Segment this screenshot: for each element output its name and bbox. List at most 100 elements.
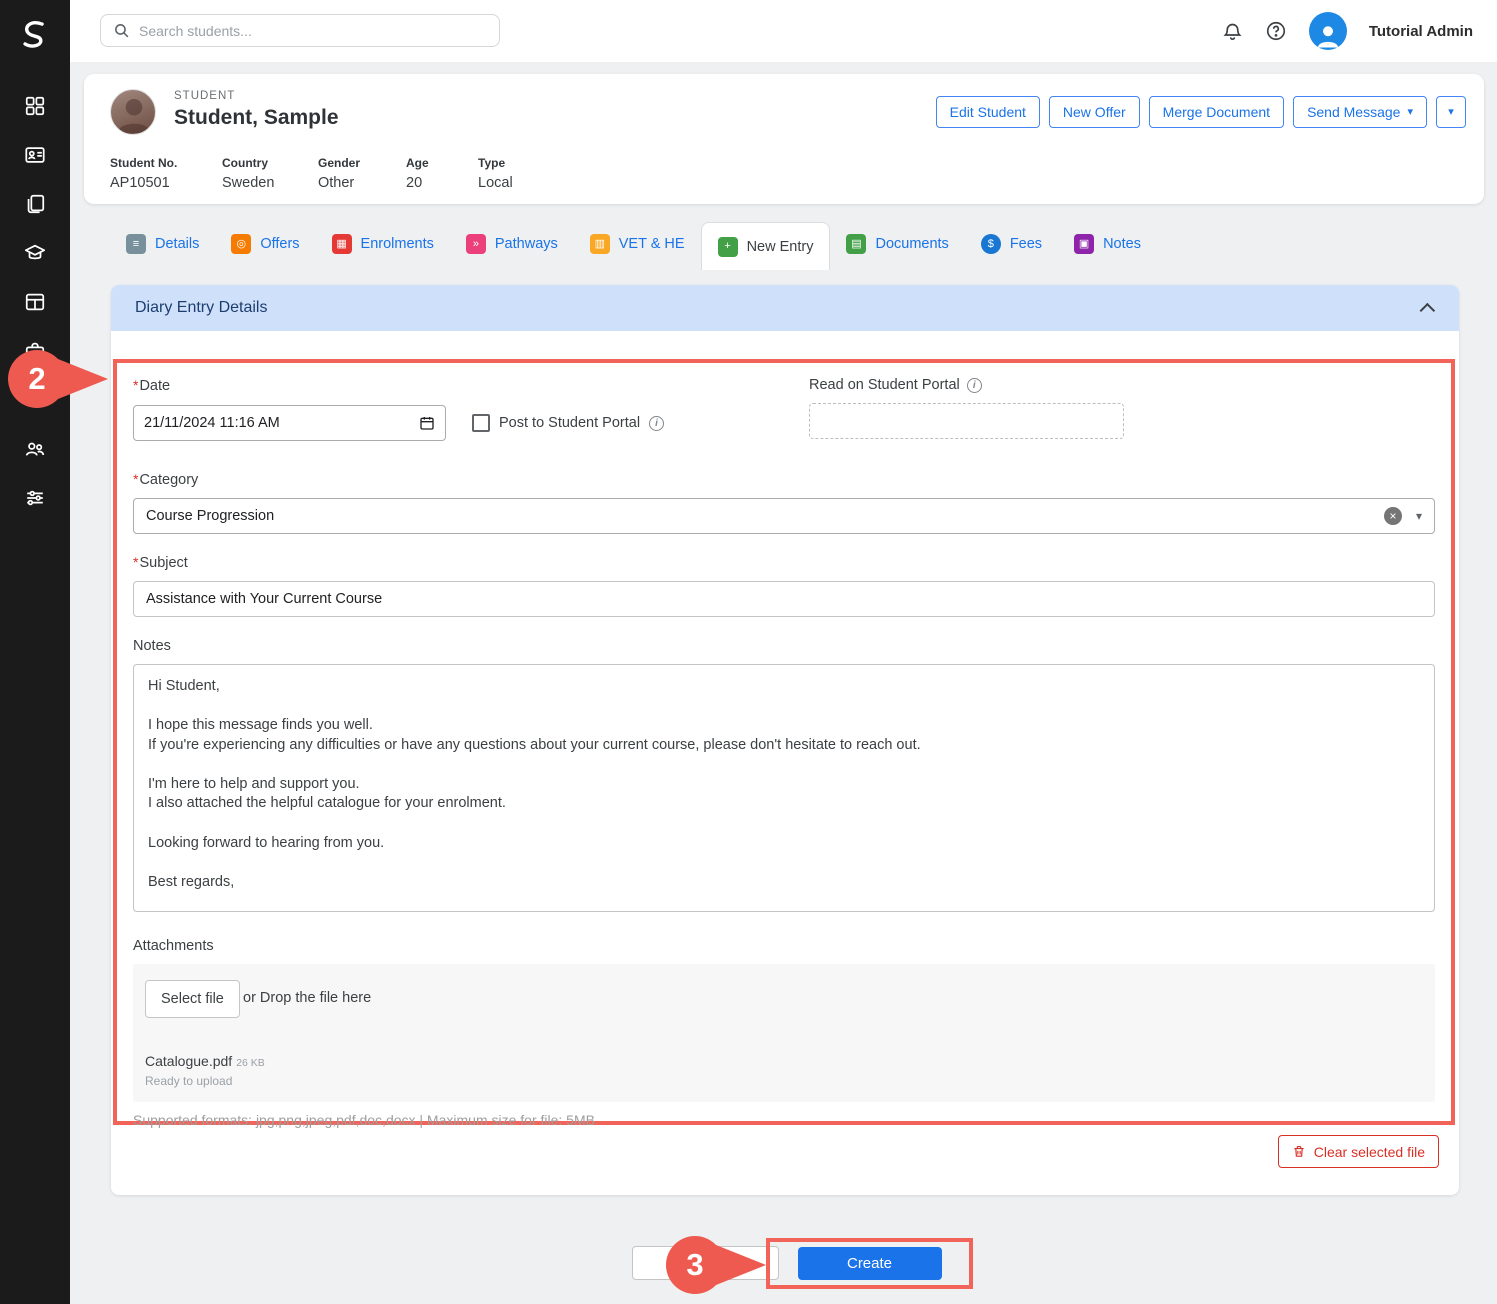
collapse-chevron-icon[interactable] bbox=[1420, 302, 1436, 318]
sidebar-item-agents[interactable] bbox=[0, 431, 70, 467]
file-dropzone[interactable]: Select file or Drop the file here Catalo… bbox=[133, 964, 1435, 1102]
student-tabs: ≡Details ◎Offers ▦Enrolments »Pathways ▥… bbox=[110, 222, 1157, 266]
person-icon bbox=[1313, 20, 1343, 50]
subject-input[interactable] bbox=[133, 581, 1435, 617]
caret-down-icon[interactable]: ▾ bbox=[1416, 509, 1422, 523]
info-icon: i bbox=[967, 378, 982, 393]
notes-textarea[interactable]: Hi Student, I hope this message finds yo… bbox=[133, 664, 1435, 912]
info-value: 20 bbox=[406, 175, 478, 191]
contact-card-icon bbox=[24, 144, 46, 166]
tab-documents[interactable]: ▤Documents bbox=[830, 222, 964, 266]
annotation-step-2: 2 bbox=[8, 350, 118, 408]
bell-icon bbox=[1222, 21, 1243, 42]
sidebar-item-contacts[interactable] bbox=[0, 137, 70, 173]
trash-icon bbox=[1292, 1144, 1306, 1159]
panel-title: Diary Entry Details bbox=[135, 299, 267, 317]
documents-icon: ▤ bbox=[846, 234, 866, 254]
date-label: Date bbox=[139, 378, 170, 394]
info-value: Local bbox=[478, 175, 568, 191]
attachments-label: Attachments bbox=[133, 938, 214, 954]
drop-hint: or Drop the file here bbox=[243, 990, 371, 1006]
graduation-cap-icon bbox=[24, 242, 46, 264]
topbar: Tutorial Admin bbox=[70, 0, 1497, 62]
student-info-row: Student No.AP10501 CountrySweden GenderO… bbox=[110, 156, 568, 191]
student-actions: Edit Student New Offer Merge Document Se… bbox=[936, 96, 1466, 128]
offers-icon: ◎ bbox=[231, 234, 251, 254]
category-value: Course Progression bbox=[146, 508, 274, 524]
student-photo bbox=[110, 89, 156, 135]
caret-down-icon: ▾ bbox=[1448, 107, 1454, 118]
info-value: Other bbox=[318, 175, 406, 191]
info-label: Type bbox=[478, 156, 568, 170]
vet-he-icon: ▥ bbox=[590, 234, 610, 254]
pages-icon bbox=[24, 193, 46, 215]
file-name: Catalogue.pdf bbox=[145, 1053, 232, 1069]
student-kind-label: STUDENT bbox=[174, 90, 235, 102]
subject-label: Subject bbox=[139, 555, 187, 571]
panel-header[interactable]: Diary Entry Details bbox=[111, 285, 1459, 331]
fees-icon: $ bbox=[981, 234, 1001, 254]
sidebar-item-offers[interactable] bbox=[0, 186, 70, 222]
date-input[interactable]: 21/11/2024 11:16 AM bbox=[133, 405, 446, 441]
app-logo[interactable] bbox=[0, 10, 70, 58]
category-select[interactable]: Course Progression × ▾ bbox=[133, 498, 1435, 534]
category-label: Category bbox=[139, 472, 198, 488]
tab-new-entry[interactable]: +New Entry bbox=[701, 222, 831, 270]
annotation-step-3: 3 bbox=[666, 1236, 776, 1294]
sidebar-item-reports[interactable] bbox=[0, 284, 70, 320]
help-button[interactable] bbox=[1265, 20, 1287, 42]
notes-icon: ▣ bbox=[1074, 234, 1094, 254]
more-actions-button[interactable]: ▾ bbox=[1436, 96, 1466, 128]
person-photo-icon bbox=[111, 90, 156, 135]
calendar-icon bbox=[419, 415, 435, 431]
send-message-button[interactable]: Send Message▾ bbox=[1293, 96, 1427, 128]
read-on-portal-label: Read on Student Portal bbox=[809, 377, 960, 393]
required-marker: * bbox=[133, 554, 138, 570]
new-offer-button[interactable]: New Offer bbox=[1049, 96, 1140, 128]
sidebar-item-courses[interactable] bbox=[0, 235, 70, 271]
caret-down-icon: ▾ bbox=[1407, 107, 1413, 118]
post-to-portal-label: Post to Student Portal bbox=[499, 415, 640, 431]
clear-category-icon[interactable]: × bbox=[1384, 507, 1402, 525]
tab-pathways[interactable]: »Pathways bbox=[450, 222, 574, 266]
app-logo-icon bbox=[18, 17, 52, 51]
info-label: Age bbox=[406, 156, 478, 170]
clear-selected-file-button[interactable]: Clear selected file bbox=[1278, 1135, 1439, 1168]
info-value: AP10501 bbox=[110, 175, 222, 191]
select-file-button[interactable]: Select file bbox=[145, 980, 240, 1018]
tab-details[interactable]: ≡Details bbox=[110, 222, 215, 266]
edit-student-button[interactable]: Edit Student bbox=[936, 96, 1040, 128]
tab-offers[interactable]: ◎Offers bbox=[215, 222, 315, 266]
sidebar-item-dashboard[interactable] bbox=[0, 88, 70, 124]
info-label: Country bbox=[222, 156, 318, 170]
create-button[interactable]: Create bbox=[798, 1247, 942, 1280]
sliders-icon bbox=[24, 487, 46, 509]
tab-enrolments[interactable]: ▦Enrolments bbox=[316, 222, 450, 266]
user-avatar[interactable] bbox=[1309, 12, 1347, 50]
user-name: Tutorial Admin bbox=[1369, 23, 1473, 40]
notifications-button[interactable] bbox=[1222, 21, 1243, 42]
search-icon bbox=[113, 22, 130, 39]
date-value: 21/11/2024 11:16 AM bbox=[144, 415, 280, 431]
file-status: Ready to upload bbox=[145, 1074, 265, 1088]
create-highlight-box: Create bbox=[766, 1238, 973, 1289]
search-input[interactable] bbox=[139, 23, 487, 39]
supported-formats: Supported formats: jpg,png,jpeg,pdf,doc,… bbox=[133, 1112, 1435, 1128]
pathways-icon: » bbox=[466, 234, 486, 254]
search-box[interactable] bbox=[100, 14, 500, 47]
student-name: Student, Sample bbox=[174, 106, 339, 130]
notes-label: Notes bbox=[133, 638, 171, 654]
merge-document-button[interactable]: Merge Document bbox=[1149, 96, 1284, 128]
diary-entry-form: * Date 21/11/2024 11:16 AM Post to Studen… bbox=[113, 359, 1455, 1125]
sidebar-item-settings[interactable] bbox=[0, 480, 70, 516]
tab-fees[interactable]: $Fees bbox=[965, 222, 1058, 266]
info-value: Sweden bbox=[222, 175, 318, 191]
post-to-portal-checkbox[interactable] bbox=[472, 414, 490, 432]
tab-vet-he[interactable]: ▥VET & HE bbox=[574, 222, 701, 266]
student-card: STUDENT Student, Sample Edit Student New… bbox=[84, 74, 1484, 204]
help-icon bbox=[1265, 20, 1287, 42]
info-label: Student No. bbox=[110, 156, 222, 170]
annotation-number: 2 bbox=[8, 350, 66, 408]
sidebar bbox=[0, 0, 70, 1304]
tab-notes[interactable]: ▣Notes bbox=[1058, 222, 1157, 266]
